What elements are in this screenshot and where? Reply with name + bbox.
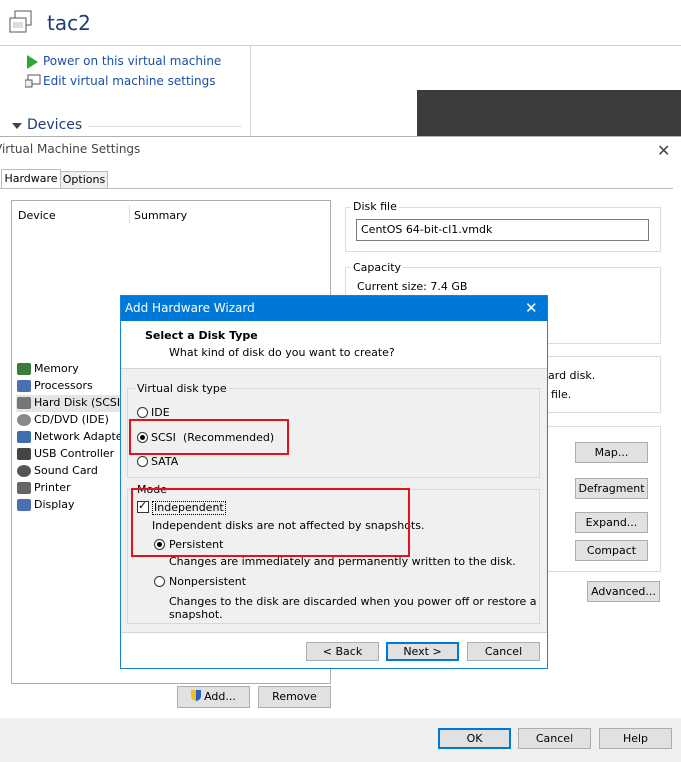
- disk-file-label: Disk file: [351, 200, 399, 213]
- play-icon[interactable]: [27, 55, 38, 69]
- capacity-label: Capacity: [351, 261, 404, 274]
- display-icon: [17, 499, 31, 511]
- tab-options[interactable]: Options: [60, 171, 108, 189]
- edit-settings-link[interactable]: Edit virtual machine settings: [43, 74, 215, 88]
- memory-icon: [17, 363, 31, 375]
- settings-icon: [24, 74, 41, 88]
- close-icon[interactable]: ✕: [657, 141, 670, 160]
- vm-name: tac2: [47, 11, 91, 35]
- ok-button[interactable]: OK: [438, 728, 511, 749]
- disk-type-label: Virtual disk type: [135, 382, 229, 395]
- device-name: Processors: [34, 379, 93, 392]
- next-button[interactable]: Next >: [386, 642, 459, 661]
- col-summary-header[interactable]: Summary: [134, 209, 187, 222]
- nonpersistent-label[interactable]: Nonpersistent: [169, 575, 246, 588]
- back-button[interactable]: < Back: [306, 642, 379, 661]
- help-button[interactable]: Help: [599, 728, 672, 749]
- wizard-heading: Select a Disk Type: [145, 329, 258, 342]
- shield-icon: [191, 690, 202, 701]
- library-pane: tac2 Power on this virtual machine Edit …: [0, 0, 681, 140]
- wizard-titlebar: Add Hardware Wizard ✕: [121, 296, 547, 321]
- nonpersistent-desc-line1: Changes to the disk are discarded when y…: [169, 595, 537, 608]
- compact-button[interactable]: Compact: [575, 540, 648, 561]
- settings-cancel-button[interactable]: Cancel: [518, 728, 591, 749]
- cd-dvd-icon: [17, 414, 31, 426]
- add-hardware-wizard: Add Hardware Wizard ✕ Select a Disk Type…: [120, 295, 548, 669]
- device-name: Memory: [34, 362, 79, 375]
- power-on-link[interactable]: Power on this virtual machine: [43, 54, 221, 68]
- col-device-header[interactable]: Device: [18, 209, 56, 222]
- ide-radio[interactable]: [137, 407, 148, 418]
- device-name: Display: [34, 498, 75, 511]
- advanced-button[interactable]: Advanced...: [587, 581, 660, 602]
- header-divider: [0, 45, 681, 46]
- col-header-divider: [129, 205, 130, 223]
- add-button-label: Add...: [204, 690, 236, 703]
- sata-radio[interactable]: [137, 456, 148, 467]
- device-name: CD/DVD (IDE): [34, 413, 109, 426]
- nonpersistent-desc-line2: snapshot.: [169, 608, 223, 621]
- wizard-title: Add Hardware Wizard: [125, 301, 255, 315]
- device-name: Network Adapter: [34, 430, 128, 443]
- library-splitter: [250, 46, 251, 140]
- disk-info-text-2: file.: [551, 388, 572, 401]
- device-name: USB Controller: [34, 447, 115, 460]
- remove-button[interactable]: Remove: [258, 686, 331, 708]
- device-name: Sound Card: [34, 464, 98, 477]
- hard-disk-icon: [17, 397, 31, 409]
- devices-collapse-icon[interactable]: [12, 123, 22, 129]
- sound-card-icon: [17, 465, 31, 477]
- expand-button[interactable]: Expand...: [575, 512, 648, 533]
- wizard-subheading: What kind of disk do you want to create?: [169, 346, 395, 359]
- vm-preview: [417, 90, 681, 140]
- usb-icon: [17, 448, 31, 460]
- disk-info-text-1: ard disk.: [548, 369, 596, 382]
- device-name: Hard Disk (SCSI): [34, 396, 125, 409]
- scsi-highlight-box: [129, 419, 289, 455]
- devices-divider: [88, 126, 242, 127]
- ide-label[interactable]: IDE: [151, 406, 170, 419]
- vm-icon: [6, 8, 36, 38]
- wizard-cancel-button[interactable]: Cancel: [467, 642, 540, 661]
- network-adapter-icon: [17, 431, 31, 443]
- processor-icon: [17, 380, 31, 392]
- devices-header[interactable]: Devices: [27, 117, 82, 133]
- current-size: Current size: 7.4 GB: [357, 280, 468, 293]
- add-hardware-button[interactable]: Add...: [177, 686, 250, 708]
- tab-hardware[interactable]: Hardware: [1, 169, 61, 189]
- settings-title: Virtual Machine Settings: [0, 142, 141, 156]
- map-button[interactable]: Map...: [575, 442, 648, 463]
- mode-highlight-box: [131, 488, 410, 557]
- sata-label[interactable]: SATA: [151, 455, 178, 468]
- device-name: Printer: [34, 481, 71, 494]
- nonpersistent-radio[interactable]: [154, 576, 165, 587]
- wizard-footer-divider: [121, 632, 547, 633]
- printer-icon: [17, 482, 31, 494]
- wizard-close-icon[interactable]: ✕: [525, 299, 538, 317]
- disk-file-field[interactable]: CentOS 64-bit-cl1.vmdk: [356, 219, 649, 241]
- defragment-button[interactable]: Defragment: [575, 478, 648, 499]
